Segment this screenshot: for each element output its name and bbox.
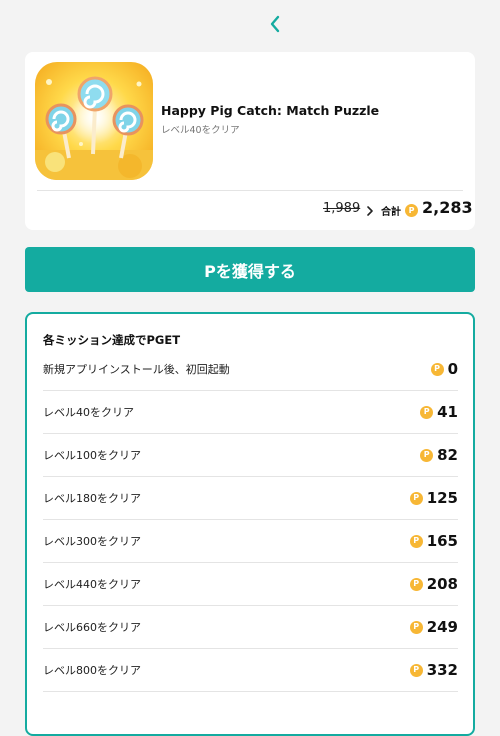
mission-reward: P 332 [409, 661, 458, 679]
mission-row: レベル660をクリア P 249 [43, 606, 458, 649]
mission-reward: P 249 [409, 618, 458, 636]
mission-label: レベル100をクリア [43, 449, 141, 462]
mission-points: 165 [426, 532, 458, 550]
mission-row: レベル800をクリア P 332 [43, 649, 458, 692]
mission-points: 41 [437, 403, 458, 421]
mission-points: 208 [426, 575, 458, 593]
mission-reward: P 0 [430, 360, 458, 378]
mission-points: 332 [426, 661, 458, 679]
mission-points: 125 [426, 489, 458, 507]
point-coin-icon: P [409, 491, 423, 505]
top-bar [0, 0, 500, 50]
missions-title: 各ミッション達成でPGET [43, 333, 181, 347]
app-card: Happy Pig Catch: Match Puzzle レベル40をクリア … [25, 52, 475, 230]
mission-reward: P 208 [409, 575, 458, 593]
point-coin-icon: P [405, 204, 418, 217]
back-button[interactable] [262, 11, 288, 37]
mission-label: レベル660をクリア [43, 621, 141, 634]
old-points: 1,989 [323, 201, 361, 216]
mission-row: レベル100をクリア P 82 [43, 434, 458, 477]
chevron-left-icon [270, 15, 280, 33]
point-coin-icon: P [420, 448, 434, 462]
app-title: Happy Pig Catch: Match Puzzle [161, 103, 380, 118]
chevron-right-icon [367, 206, 373, 216]
get-points-button[interactable]: Pを獲得する [25, 247, 475, 292]
point-coin-icon: P [430, 362, 444, 376]
point-coin-icon: P [409, 620, 423, 634]
divider [37, 190, 463, 191]
mission-label: レベル180をクリア [43, 492, 141, 505]
total-label: 合計 [381, 207, 401, 218]
app-icon[interactable] [35, 62, 153, 180]
mission-points: 249 [426, 618, 458, 636]
lollipop-app-image [35, 62, 153, 180]
app-subtitle: レベル40をクリア [161, 125, 240, 136]
mission-label: レベル800をクリア [43, 664, 141, 677]
mission-label: レベル440をクリア [43, 578, 141, 591]
point-coin-icon: P [409, 663, 423, 677]
mission-row: レベル40をクリア P 41 [43, 391, 458, 434]
point-coin-icon: P [409, 577, 423, 591]
mission-label: レベル300をクリア [43, 535, 141, 548]
mission-points: 0 [447, 360, 458, 378]
mission-row: レベル180をクリア P 125 [43, 477, 458, 520]
mission-reward: P 82 [420, 446, 458, 464]
mission-row: レベル440をクリア P 208 [43, 563, 458, 606]
mission-row: 新規アプリインストール後、初回起動 P 0 [43, 348, 458, 391]
missions-panel: 各ミッション達成でPGET 新規アプリインストール後、初回起動 P 0 レベル4… [25, 312, 475, 736]
mission-label: レベル40をクリア [43, 406, 134, 419]
mission-reward: P 125 [409, 489, 458, 507]
mission-row: レベル300をクリア P 165 [43, 520, 458, 563]
mission-label: 新規アプリインストール後、初回起動 [43, 363, 230, 376]
mission-reward: P 165 [409, 532, 458, 550]
point-coin-icon: P [420, 405, 434, 419]
point-coin-icon: P [409, 534, 423, 548]
mission-points: 82 [437, 446, 458, 464]
total-points: 2,283 [422, 198, 473, 217]
mission-reward: P 41 [420, 403, 458, 421]
